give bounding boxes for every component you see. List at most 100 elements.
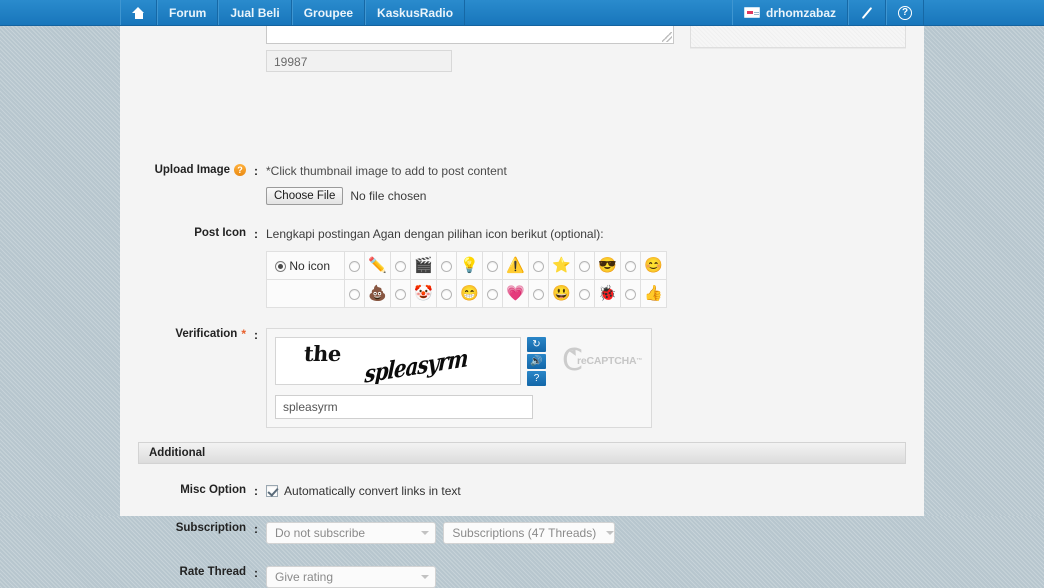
table-row: No icon ✏️ 🎬 💡 ⚠️ ⭐ 😎 😊: [266, 251, 667, 280]
post-icon-bug[interactable]: 🐞: [594, 279, 621, 308]
auto-convert-links-checkbox[interactable]: [266, 485, 278, 497]
radio-cell[interactable]: [574, 251, 595, 280]
captcha-refresh-button[interactable]: ↻: [527, 337, 546, 352]
verification-field: the spleasyrm ↻ 🔊 ? C re CAPTCHA ™ spleasy…: [266, 328, 924, 428]
radio-cell[interactable]: [482, 279, 503, 308]
post-icon-smiley[interactable]: 😊: [640, 251, 667, 280]
radio-post-icon-9[interactable]: [395, 288, 406, 300]
post-icon-label-wrap: Post Icon: [120, 227, 246, 239]
poop-icon: 💩: [368, 285, 387, 302]
radio-cell[interactable]: [344, 279, 365, 308]
nav-item-kaskusradio[interactable]: KaskusRadio: [365, 0, 466, 25]
post-icon-poop[interactable]: 💩: [364, 279, 391, 308]
smiley-face-icon: 😊: [644, 257, 663, 274]
post-icon-clown[interactable]: 🤡: [410, 279, 437, 308]
label-colon: :: [254, 164, 258, 178]
post-icon-star[interactable]: ⭐: [548, 251, 575, 280]
subscription-label-wrap: Subscription: [120, 522, 246, 534]
username-label: drhomzabaz: [765, 5, 836, 20]
nav-right-group: drhomzabaz ?: [731, 0, 924, 25]
radio-cell[interactable]: [390, 279, 411, 308]
row-verification: Verification * : the spleasyrm ↻ 🔊 ? C r…: [120, 328, 924, 428]
file-status-text: No file chosen: [350, 189, 427, 203]
laughing-face-icon: 😁: [460, 285, 479, 302]
post-icon-pencil[interactable]: ✏️: [364, 251, 391, 280]
radio-cell[interactable]: [482, 251, 503, 280]
radio-cell[interactable]: [528, 279, 549, 308]
captcha-top-row: the spleasyrm ↻ 🔊 ? C re CAPTCHA ™: [275, 337, 643, 386]
thumbs-up-icon: 👍: [644, 285, 663, 302]
top-navigation-bar: Forum Jual Beli Groupee KaskusRadio drho…: [0, 0, 1044, 26]
post-icon-blue-face[interactable]: 😃: [548, 279, 575, 308]
captcha-help-button[interactable]: ?: [527, 371, 546, 386]
chevron-down-icon: [421, 531, 429, 535]
radio-cell[interactable]: [620, 251, 641, 280]
radio-post-icon-10[interactable]: [441, 288, 452, 300]
post-icon-lightbulb[interactable]: 💡: [456, 251, 483, 280]
radio-post-icon-1[interactable]: [349, 260, 360, 272]
post-icon-laughing[interactable]: 😁: [456, 279, 483, 308]
label-colon: :: [254, 522, 258, 536]
misc-option-field: Automatically convert links in text: [266, 484, 924, 498]
radio-post-icon-8[interactable]: [349, 288, 360, 300]
nav-item-label: Jual Beli: [230, 5, 280, 20]
nav-item-groupee[interactable]: Groupee: [291, 0, 366, 25]
radio-post-icon-12[interactable]: [533, 288, 544, 300]
subscription-mode-select[interactable]: Do not subscribe: [266, 522, 436, 544]
radio-cell[interactable]: [344, 251, 365, 280]
post-icon-warning[interactable]: ⚠️: [502, 251, 529, 280]
post-icon-heart[interactable]: 💗: [502, 279, 529, 308]
captcha-audio-button[interactable]: 🔊: [527, 354, 546, 369]
user-menu[interactable]: drhomzabaz: [731, 0, 848, 25]
post-icon-table: No icon ✏️ 🎬 💡 ⚠️ ⭐ 😎 😊 💩 🤡 😁 💗 😃 🐞 👍: [266, 251, 667, 308]
post-icon-thumbs-up[interactable]: 👍: [640, 279, 667, 308]
radio-post-icon-5[interactable]: [533, 260, 544, 272]
chevron-down-icon: [421, 575, 429, 579]
radio-post-icon-3[interactable]: [441, 260, 452, 272]
row-misc-option: Misc Option : Automatically convert link…: [120, 484, 924, 498]
post-icon-intro: Lengkapi postingan Agan dengan pilihan i…: [266, 227, 604, 241]
empty-cell: [266, 279, 345, 308]
textarea-resize-handle[interactable]: [662, 32, 672, 42]
radio-cell[interactable]: [620, 279, 641, 308]
radio-cell[interactable]: [528, 251, 549, 280]
post-icon-sunglasses[interactable]: 😎: [594, 251, 621, 280]
recaptcha-logo-text: CAPTCHA: [586, 355, 637, 367]
captcha-word-one: the: [303, 341, 342, 366]
pencil-icon: ✏️: [368, 257, 387, 274]
radio-cell[interactable]: [574, 279, 595, 308]
nav-item-jual-beli[interactable]: Jual Beli: [218, 0, 292, 25]
help-button[interactable]: ?: [886, 0, 924, 25]
user-card-icon: [743, 7, 760, 18]
choose-file-button[interactable]: Choose File: [266, 187, 344, 205]
captcha-input[interactable]: spleasyrm: [275, 395, 533, 419]
radio-post-icon-13[interactable]: [579, 288, 590, 300]
radio-post-icon-7[interactable]: [625, 260, 636, 272]
upload-image-label-wrap: Upload Image ?: [120, 164, 246, 176]
nav-home-button[interactable]: [120, 0, 157, 25]
misc-option-label: Misc Option: [180, 484, 246, 496]
auto-convert-links-option[interactable]: Automatically convert links in text: [266, 484, 924, 498]
warning-icon: ⚠️: [506, 257, 525, 274]
row-upload-image: Upload Image ? : *Click thumbnail image …: [120, 164, 924, 205]
auto-convert-links-label: Automatically convert links in text: [284, 484, 461, 498]
row-post-icon: Post Icon : Lengkapi postingan Agan deng…: [120, 227, 924, 308]
nav-item-forum[interactable]: Forum: [157, 0, 219, 25]
no-icon-cell[interactable]: No icon: [266, 251, 345, 280]
radio-post-icon-14[interactable]: [625, 288, 636, 300]
post-icon-clapperboard[interactable]: 🎬: [410, 251, 437, 280]
radio-cell[interactable]: [436, 279, 457, 308]
radio-cell[interactable]: [436, 251, 457, 280]
subscription-folder-select[interactable]: Subscriptions (47 Threads): [443, 522, 616, 544]
rate-thread-select[interactable]: Give rating: [266, 566, 436, 588]
radio-post-icon-6[interactable]: [579, 260, 590, 272]
nav-item-label: Groupee: [303, 5, 354, 20]
radio-no-icon[interactable]: [275, 260, 286, 272]
edit-button[interactable]: [848, 0, 886, 25]
radio-cell[interactable]: [390, 251, 411, 280]
radio-post-icon-11[interactable]: [487, 288, 498, 300]
help-tooltip-icon[interactable]: ?: [234, 164, 246, 176]
subscription-folder-value: Subscriptions (47 Threads): [452, 526, 597, 540]
radio-post-icon-4[interactable]: [487, 260, 498, 272]
radio-post-icon-2[interactable]: [395, 260, 406, 272]
